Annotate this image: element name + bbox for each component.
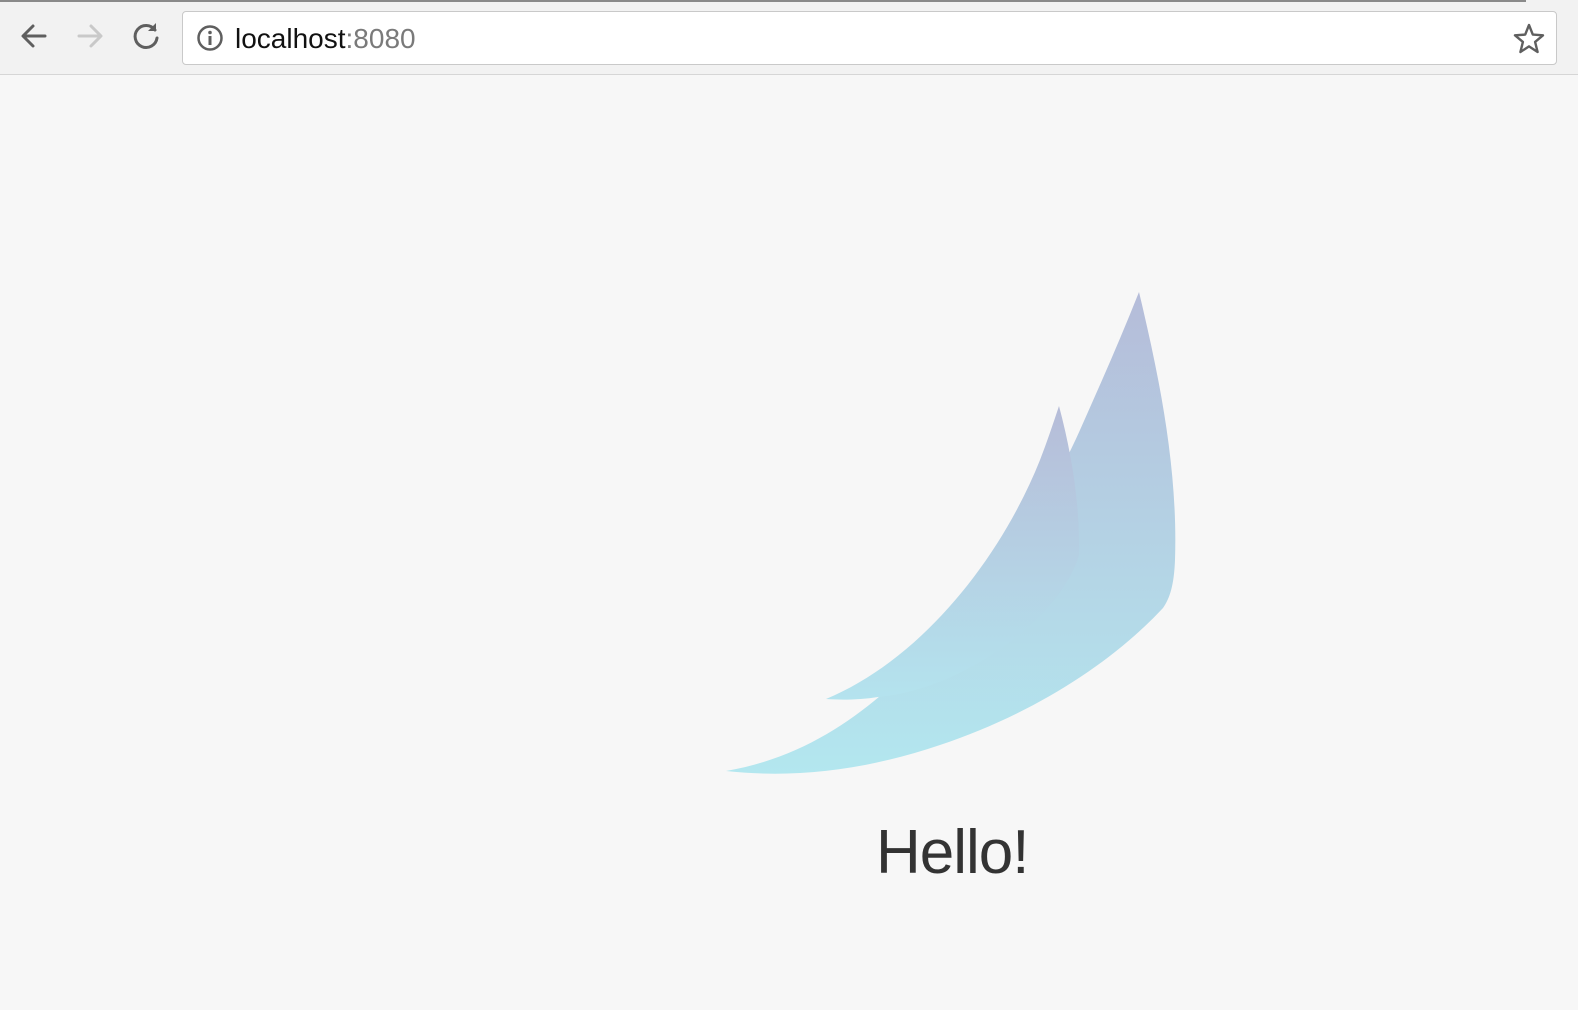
- feather-logo-icon: [726, 292, 1176, 774]
- forward-arrow-icon: [77, 24, 103, 48]
- url-port: :8080: [345, 23, 416, 54]
- back-arrow-icon: [21, 24, 47, 48]
- forward-button[interactable]: [70, 16, 110, 56]
- back-button[interactable]: [14, 16, 54, 56]
- greeting-text: Hello!: [876, 818, 1030, 887]
- tab-strip-edge: [0, 0, 1526, 2]
- page-content: Hello!: [0, 75, 1578, 1010]
- browser-toolbar: localhost:8080: [0, 0, 1578, 75]
- url-text[interactable]: localhost:8080: [235, 22, 416, 56]
- address-bar[interactable]: localhost:8080: [182, 11, 1557, 65]
- star-icon[interactable]: [1512, 22, 1546, 56]
- reload-icon: [133, 23, 159, 49]
- url-host: localhost: [235, 23, 346, 54]
- info-icon[interactable]: [196, 24, 224, 52]
- feather-large: [726, 292, 1176, 774]
- reload-button[interactable]: [126, 16, 166, 56]
